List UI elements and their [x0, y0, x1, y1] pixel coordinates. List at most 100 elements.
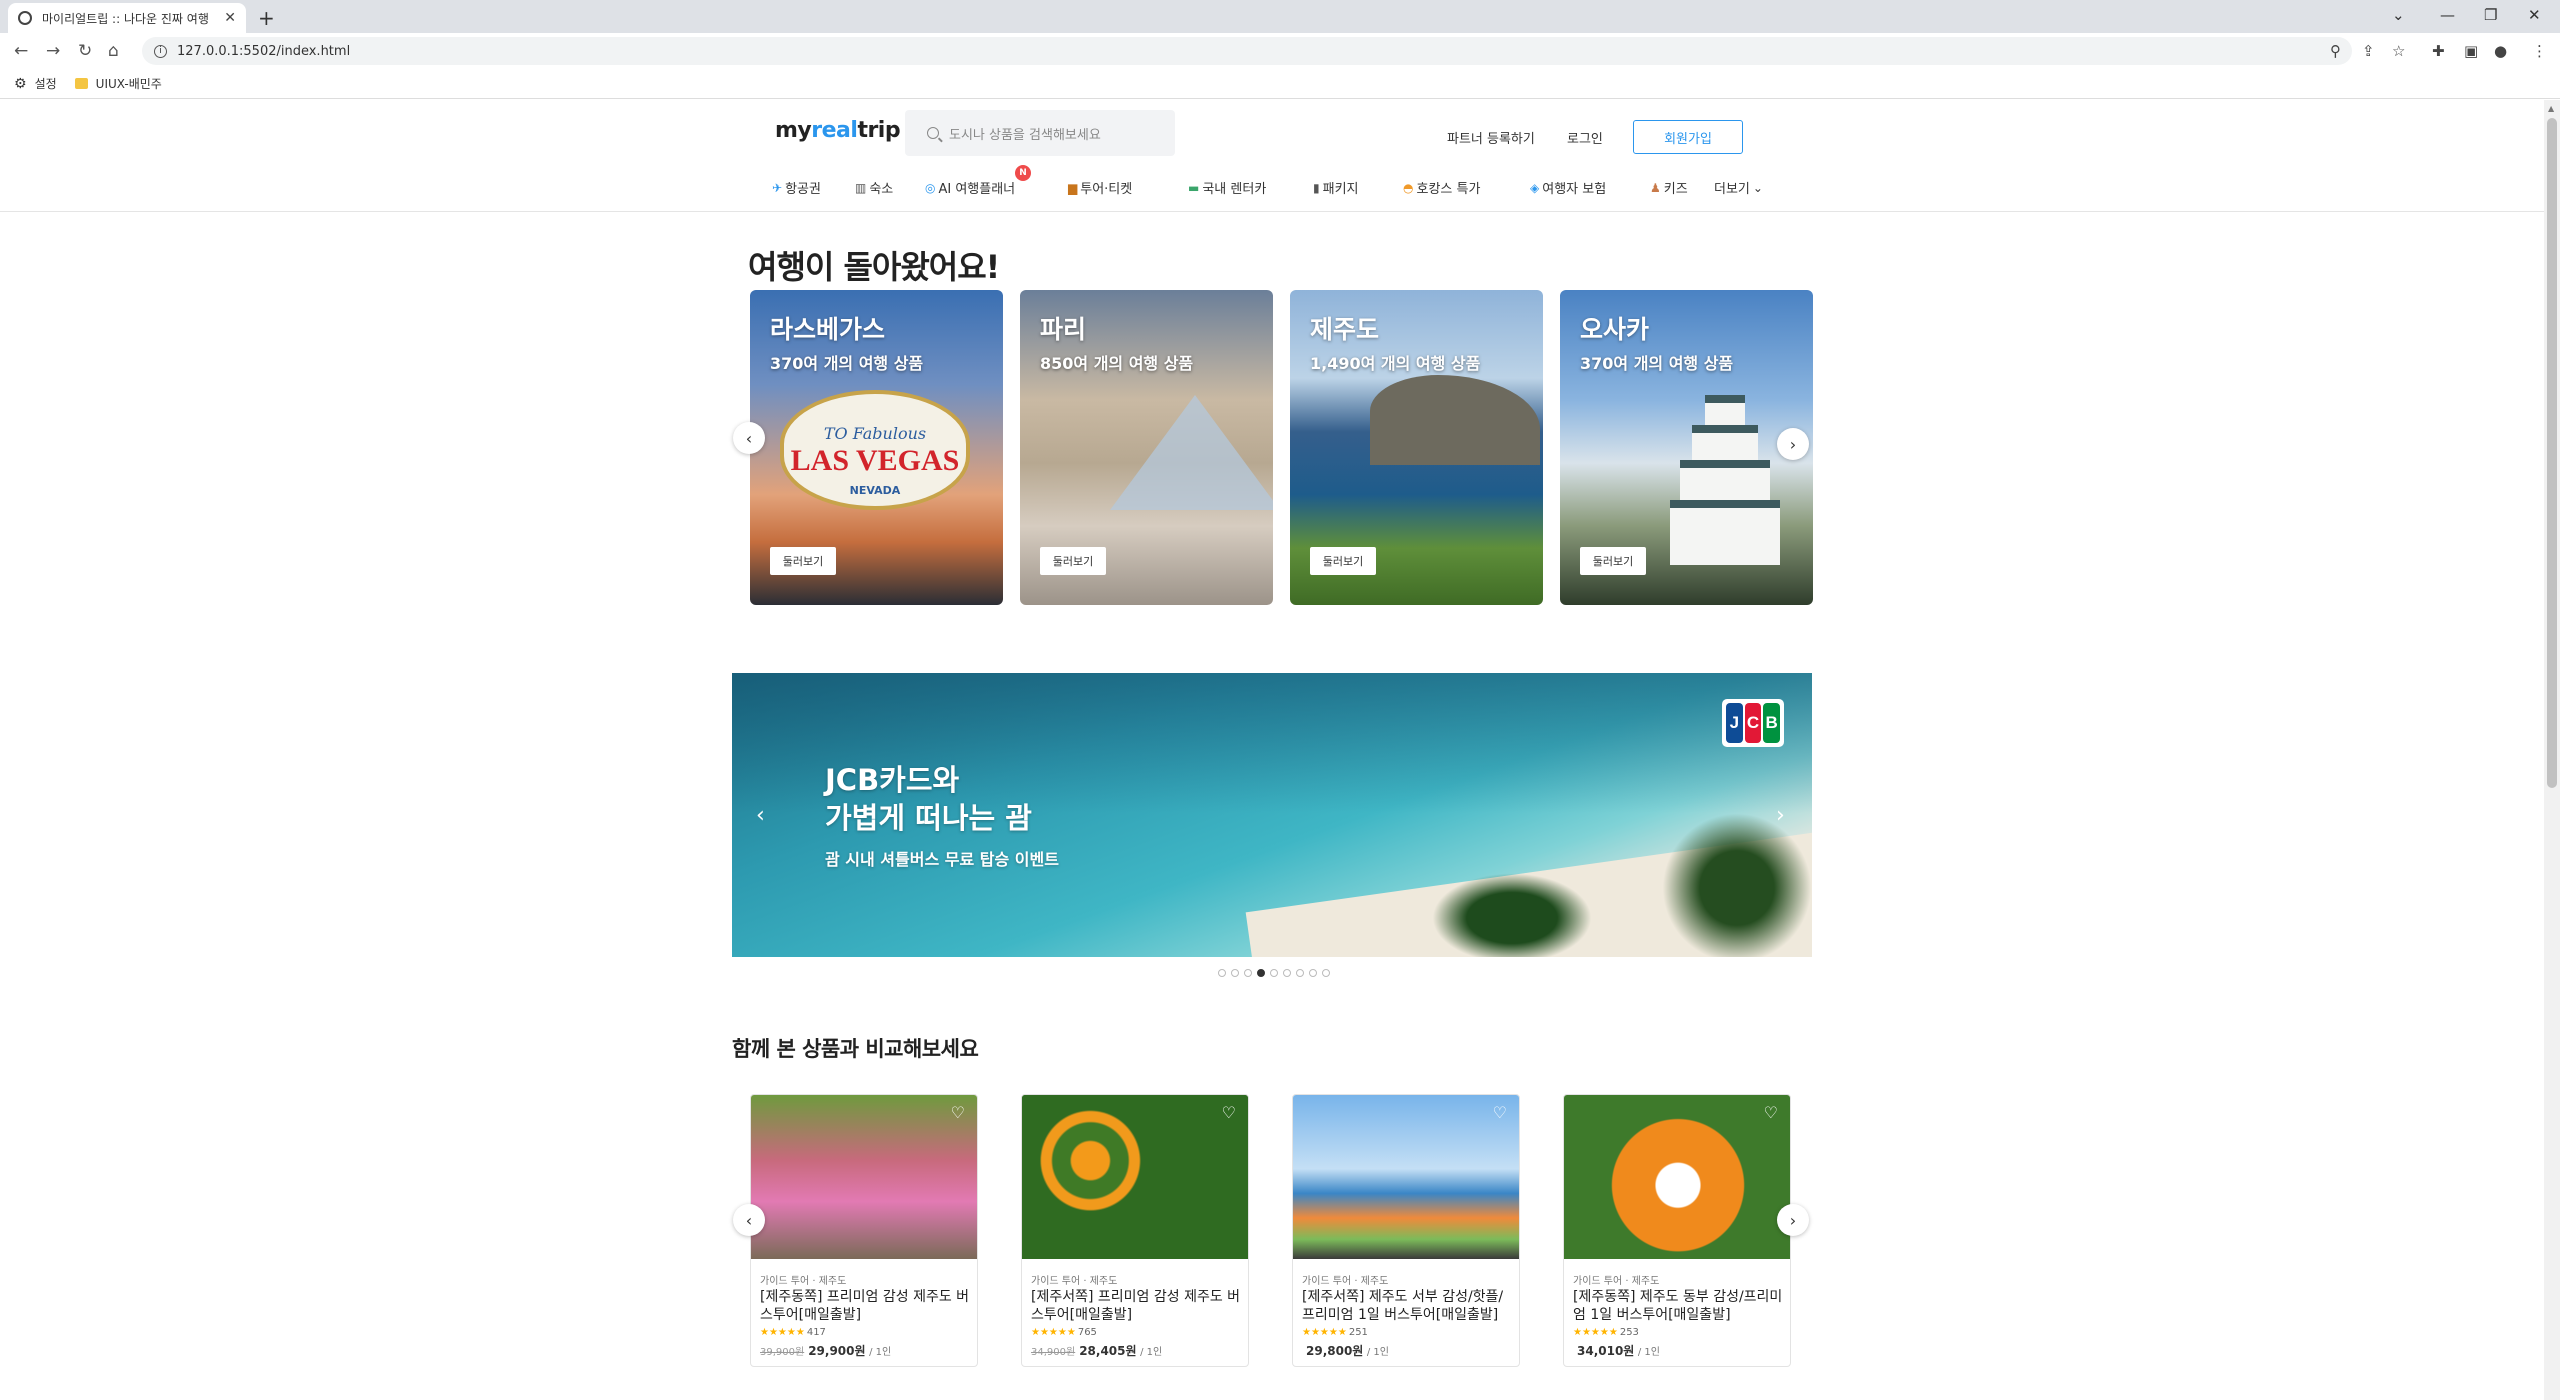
- hero-prev-button[interactable]: ‹: [733, 422, 765, 454]
- banner-pagination: [1218, 969, 1330, 977]
- pagination-dot[interactable]: [1231, 969, 1239, 977]
- rating-stars: ★★★★★ 253: [1573, 1327, 1639, 1338]
- new-badge: N: [1015, 165, 1031, 181]
- browser-tab[interactable]: 마이리얼트립 :: 나다운 진짜 여행 ✕: [8, 3, 246, 33]
- palm-tree-image: [1432, 873, 1592, 957]
- review-count: 765: [1077, 1327, 1097, 1338]
- nav-flights[interactable]: ✈ 항공권: [772, 178, 821, 198]
- close-window-icon[interactable]: ✕: [2528, 6, 2541, 24]
- browse-button[interactable]: 둘러보기: [1310, 547, 1376, 575]
- home-icon[interactable]: ⌂: [108, 41, 119, 61]
- page-scrollbar[interactable]: ▲: [2544, 100, 2560, 1400]
- minimize-icon[interactable]: —: [2440, 6, 2455, 24]
- banner-next-icon[interactable]: ›: [1776, 803, 1785, 828]
- nav-insurance[interactable]: ◈ 여행자 보험: [1530, 178, 1606, 198]
- scrollbar-thumb[interactable]: [2547, 118, 2557, 788]
- review-count: 253: [1619, 1327, 1639, 1338]
- pagination-dot[interactable]: [1244, 969, 1252, 977]
- luggage-icon: ▮: [1313, 180, 1320, 195]
- chevron-right-icon: ›: [1789, 434, 1797, 454]
- tab-search-icon[interactable]: ⌄: [2392, 6, 2405, 24]
- nav-more[interactable]: 더보기 ⌄: [1714, 178, 1766, 198]
- nav-kids[interactable]: ♟ 키즈: [1650, 178, 1688, 198]
- product-card[interactable]: ♡ 가이드 투어 · 제주도 [제주서쪽] 제주도 서부 감성/핫플/프리미엄 …: [1292, 1094, 1520, 1367]
- page-viewport: myrealtrip 도시나 상품을 검색해보세요 파트너 등록하기 로그인 회…: [0, 100, 2560, 1400]
- product-card[interactable]: ♡ 가이드 투어 · 제주도 [제주서쪽] 프리미엄 감성 제주도 버스투어[매…: [1021, 1094, 1249, 1367]
- nav-hotels[interactable]: ▥ 숙소: [855, 178, 893, 198]
- myrealtrip-logo[interactable]: myrealtrip: [775, 118, 901, 143]
- pagination-dot[interactable]: [1296, 969, 1304, 977]
- promo-banner[interactable]: JCB카드와 가볍게 떠나는 괌 괌 시내 셔틀버스 무료 탑승 이벤트 J C…: [732, 673, 1812, 957]
- city-card-osaka[interactable]: 오사카 370여 개의 여행 상품 둘러보기: [1560, 290, 1813, 605]
- restore-icon[interactable]: ❐: [2484, 6, 2497, 24]
- city-card-jeju[interactable]: 제주도 1,490여 개의 여행 상품 둘러보기: [1290, 290, 1543, 605]
- heart-icon[interactable]: ♡: [951, 1103, 965, 1122]
- nav-package[interactable]: ▮ 패키지: [1313, 178, 1359, 198]
- nav-rentcar[interactable]: ▬ 국내 렌터카: [1188, 178, 1266, 198]
- city-card-paris[interactable]: 파리 850여 개의 여행 상품 둘러보기: [1020, 290, 1273, 605]
- back-icon[interactable]: ←: [14, 41, 28, 61]
- search-placeholder: 도시나 상품을 검색해보세요: [949, 127, 1101, 143]
- heart-icon[interactable]: ♡: [1222, 1103, 1236, 1122]
- pagination-dot[interactable]: [1257, 969, 1265, 977]
- browse-button[interactable]: 둘러보기: [1580, 547, 1646, 575]
- jcb-logo: J C B: [1722, 699, 1784, 747]
- menu-icon[interactable]: ⋮: [2532, 42, 2547, 60]
- jcb-letter: C: [1744, 703, 1762, 743]
- product-category: 가이드 투어 · 제주도: [1302, 1276, 1389, 1287]
- pagination-dot[interactable]: [1309, 969, 1317, 977]
- banner-prev-icon[interactable]: ‹: [756, 803, 765, 828]
- nav-ai-planner[interactable]: ◎ AI 여행플래너: [925, 178, 1015, 198]
- hero-title: 여행이 돌아왔어요!: [748, 248, 1000, 286]
- nav-hocance[interactable]: ◓ 호캉스 특가: [1403, 178, 1480, 198]
- partner-link[interactable]: 파트너 등록하기: [1447, 128, 1535, 147]
- browse-button[interactable]: 둘러보기: [770, 547, 836, 575]
- search-input[interactable]: 도시나 상품을 검색해보세요: [905, 110, 1175, 156]
- scroll-up-icon[interactable]: ▲: [2548, 104, 2554, 113]
- extensions-icon[interactable]: ✚: [2432, 42, 2445, 60]
- new-tab-button[interactable]: +: [258, 6, 275, 30]
- rating-stars: ★★★★★ 417: [760, 1327, 826, 1338]
- forward-icon[interactable]: →: [46, 41, 60, 61]
- browse-button[interactable]: 둘러보기: [1040, 547, 1106, 575]
- login-link[interactable]: 로그인: [1567, 128, 1603, 147]
- pagination-dot[interactable]: [1270, 969, 1278, 977]
- share-icon[interactable]: ⇪: [2362, 42, 2375, 60]
- pagination-dot[interactable]: [1322, 969, 1330, 977]
- reload-icon[interactable]: ↻: [78, 41, 92, 61]
- zoom-icon[interactable]: ⚲: [2330, 42, 2341, 60]
- bookmark-label: 설정: [34, 77, 57, 91]
- insurance-icon: ◈: [1530, 180, 1540, 195]
- pagination-dot[interactable]: [1218, 969, 1226, 977]
- heart-icon[interactable]: ♡: [1493, 1103, 1507, 1122]
- banner-title: JCB카드와 가볍게 떠나는 괌: [825, 763, 1032, 835]
- airplane-icon: ✈: [772, 180, 783, 195]
- pagination-dot[interactable]: [1283, 969, 1291, 977]
- compare-prev-button[interactable]: ‹: [733, 1204, 765, 1236]
- product-image: [1293, 1095, 1519, 1259]
- hero-next-button[interactable]: ›: [1777, 428, 1809, 460]
- bookmark-star-icon[interactable]: ☆: [2392, 42, 2405, 60]
- bookmark-folder[interactable]: UIUX-배민주: [74, 75, 162, 92]
- palm-tree-image: [1662, 813, 1812, 957]
- signup-button[interactable]: 회원가입: [1633, 120, 1743, 154]
- side-panel-icon[interactable]: ▣: [2464, 42, 2478, 60]
- profile-icon[interactable]: ●: [2494, 42, 2507, 60]
- product-card[interactable]: ♡ 가이드 투어 · 제주도 [제주동쪽] 제주도 동부 감성/프리미엄 1일 …: [1563, 1094, 1791, 1367]
- gear-icon: ⚙: [14, 75, 27, 92]
- osaka-castle-image: [1670, 395, 1780, 565]
- city-name: 제주도: [1310, 315, 1380, 344]
- site-info-icon[interactable]: i: [154, 44, 167, 58]
- tab-close-button[interactable]: ✕: [224, 10, 236, 26]
- chevron-left-icon: ‹: [745, 428, 753, 448]
- ticket-icon: ▆: [1068, 180, 1078, 195]
- bookmark-settings[interactable]: ⚙ 설정: [14, 75, 57, 92]
- compare-next-button[interactable]: ›: [1777, 1204, 1809, 1236]
- city-card-lasvegas[interactable]: TO Fabulous LAS VEGAS NEVADA 라스베가스 370여 …: [750, 290, 1003, 605]
- url-field[interactable]: i 127.0.0.1:5502/index.html: [142, 37, 2352, 65]
- product-card[interactable]: ♡ 가이드 투어 · 제주도 [제주동쪽] 프리미엄 감성 제주도 버스투어[매…: [750, 1094, 978, 1367]
- heart-icon[interactable]: ♡: [1764, 1103, 1778, 1122]
- search-icon: [927, 127, 939, 139]
- chevron-left-icon: ‹: [745, 1210, 753, 1230]
- nav-tours[interactable]: ▆ 투어·티켓: [1068, 178, 1132, 198]
